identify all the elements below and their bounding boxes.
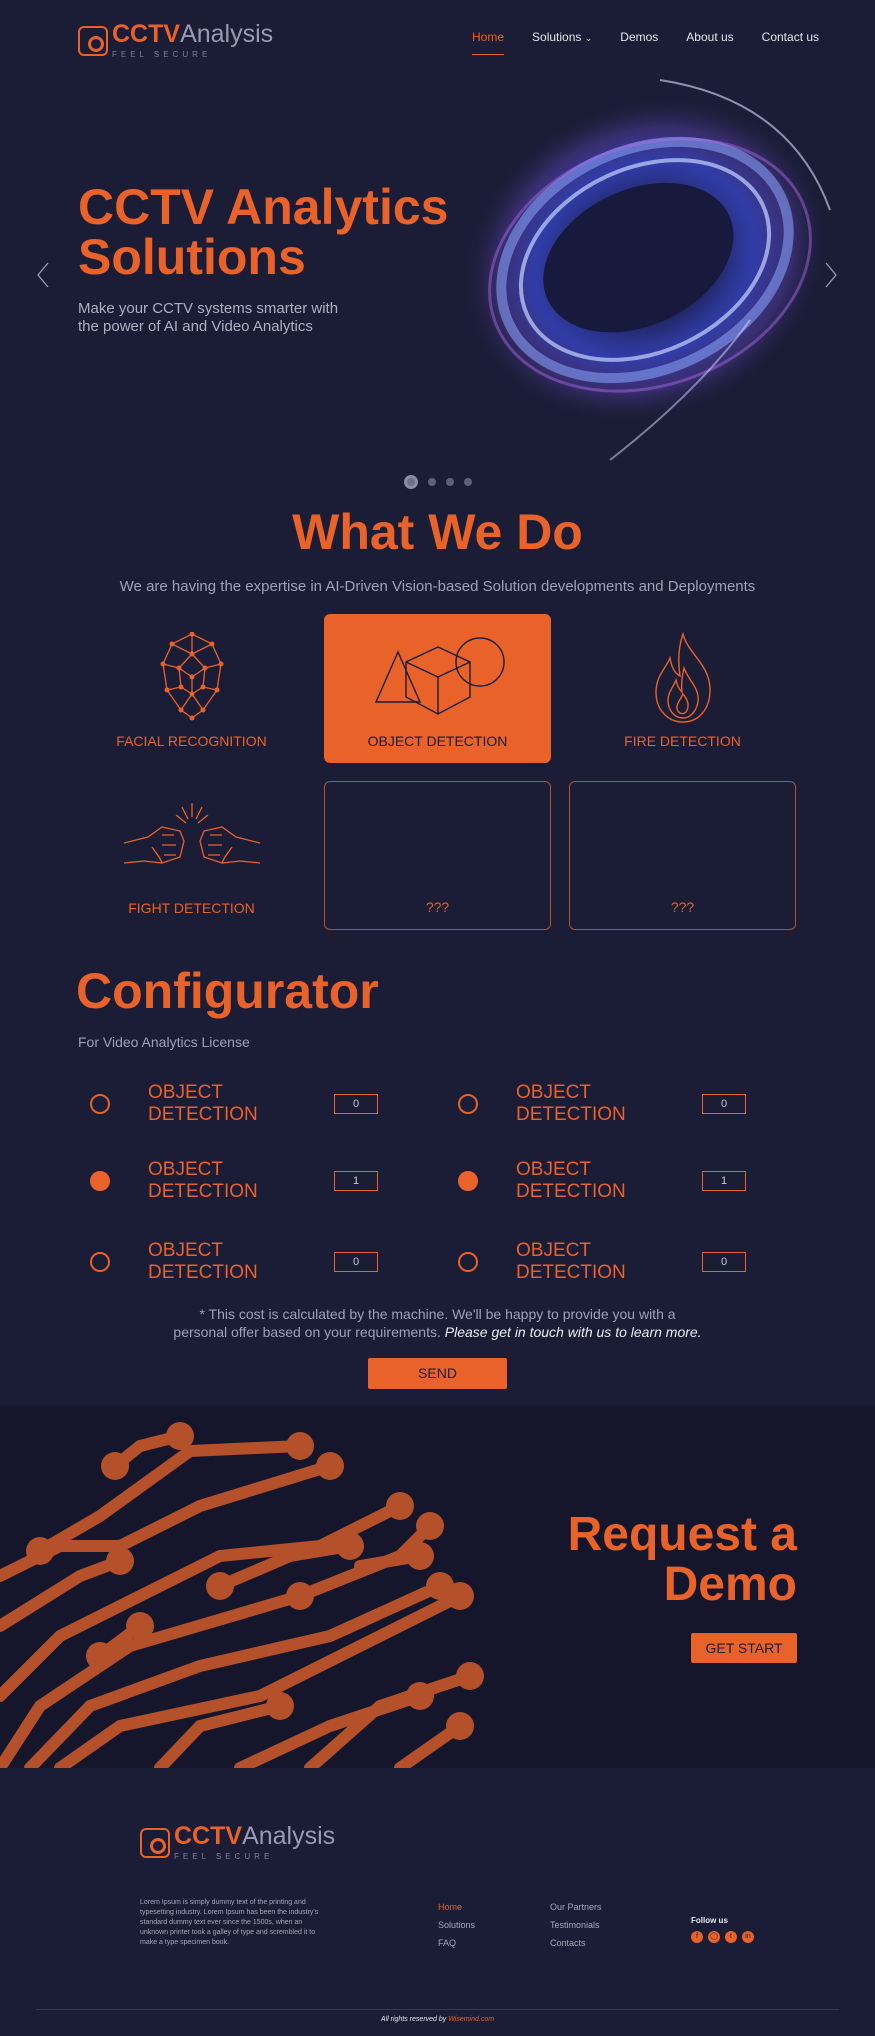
follow-us-label: Follow us: [691, 1916, 728, 1925]
twitter-icon[interactable]: t: [725, 1931, 737, 1943]
shapes-cube-icon: [374, 637, 505, 715]
config-option: OBJECT DETECTION 0: [90, 1240, 378, 1284]
configurator-title: Configurator: [76, 963, 379, 1019]
contact-us-link[interactable]: Please get in touch with us to learn mor…: [445, 1324, 702, 1340]
service-card-label: ???: [425, 899, 450, 915]
copyright-link[interactable]: Wisemind.com: [448, 2016, 494, 2023]
service-card-label: FIGHT DETECTION: [128, 900, 255, 916]
config-quantity-input[interactable]: 1: [702, 1171, 746, 1191]
config-radio[interactable]: [458, 1252, 478, 1272]
nav-contact-us[interactable]: Contact us: [762, 30, 819, 44]
service-card-label: OBJECT DETECTION: [367, 733, 508, 749]
slide-dot-2[interactable]: [428, 478, 436, 486]
hero-vortex-image: [460, 79, 831, 461]
config-quantity-input[interactable]: 0: [702, 1252, 746, 1272]
flame-icon: [654, 632, 711, 723]
config-option-label: OBJECT DETECTION: [516, 1159, 626, 1202]
config-option-label: OBJECT DETECTION: [148, 1240, 258, 1283]
face-mesh-icon: [160, 632, 223, 721]
config-radio[interactable]: [90, 1252, 110, 1272]
config-quantity-input[interactable]: 0: [334, 1252, 378, 1272]
chevron-down-icon: ⌄: [584, 33, 593, 43]
social-links: f ◯ t in: [691, 1931, 754, 1943]
footer-links-col2: Our Partners Testimonials Contacts: [550, 1898, 602, 1952]
config-option-label: OBJECT DETECTION: [516, 1240, 626, 1283]
nav-solutions[interactable]: Solutions ⌄: [532, 30, 592, 44]
hero-pagination: [404, 475, 472, 489]
nav-demos[interactable]: Demos: [620, 30, 658, 44]
what-we-do-subtitle: We are having the expertise in AI-Driven…: [119, 578, 756, 595]
nav-home[interactable]: Home: [472, 30, 505, 55]
footer-link-home[interactable]: Home: [438, 1898, 475, 1916]
service-card-placeholder-2[interactable]: ???: [569, 781, 796, 930]
logo-tagline: FEEL SECURE: [112, 50, 212, 59]
camera-logo-icon: [140, 1827, 170, 1858]
config-radio[interactable]: [90, 1171, 110, 1191]
instagram-icon[interactable]: ◯: [708, 1931, 720, 1943]
hero-next-arrow-icon[interactable]: [824, 262, 838, 288]
hero-title: CCTV Analytics Solutions: [78, 179, 449, 285]
service-card-facial-recognition[interactable]: FACIAL RECOGNITION: [78, 614, 305, 763]
slide-dot-3[interactable]: [446, 478, 454, 486]
get-start-button[interactable]: GET START: [691, 1633, 797, 1663]
config-quantity-input[interactable]: 0: [334, 1094, 378, 1114]
service-card-placeholder-1[interactable]: ???: [324, 781, 551, 930]
footer-link-solutions[interactable]: Solutions: [438, 1916, 475, 1934]
footer-link-contacts[interactable]: Contacts: [550, 1934, 602, 1952]
config-option: OBJECT DETECTION 1: [458, 1159, 746, 1203]
footer-link-testimonials[interactable]: Testimonials: [550, 1916, 602, 1934]
footer-links-col1: Home Solutions FAQ: [438, 1898, 475, 1952]
config-option: OBJECT DETECTION 1: [90, 1159, 378, 1203]
footer-link-partners[interactable]: Our Partners: [550, 1898, 602, 1916]
service-card-label: FACIAL RECOGNITION: [116, 733, 267, 749]
slide-dot-4[interactable]: [464, 478, 472, 486]
circuit-board-image: [0, 1422, 484, 1768]
service-card-fight-detection[interactable]: FIGHT DETECTION: [78, 781, 305, 930]
footer-link-faq[interactable]: FAQ: [438, 1934, 475, 1952]
config-option-label: OBJECT DETECTION: [148, 1159, 258, 1202]
footer-logo[interactable]: CCTVAnalysis FEEL SECURE: [140, 1824, 335, 1861]
request-demo-title: Request a Demo: [567, 1508, 797, 1612]
header-logo[interactable]: CCTVAnalysis FEEL SECURE: [78, 22, 273, 59]
config-option: OBJECT DETECTION 0: [458, 1240, 746, 1284]
logo-wordmark: CCTVAnalysis: [174, 1822, 336, 1850]
logo-tagline: FEEL SECURE: [174, 1852, 274, 1861]
config-radio[interactable]: [90, 1094, 110, 1114]
service-card-label: FIRE DETECTION: [624, 733, 741, 749]
copyright: All rights reserved by Wisemind.com: [380, 2016, 495, 2023]
hero-prev-arrow-icon[interactable]: [36, 262, 50, 288]
service-card-fire-detection[interactable]: FIRE DETECTION: [569, 614, 796, 763]
config-quantity-input[interactable]: 1: [334, 1171, 378, 1191]
configurator-subtitle: For Video Analytics License: [78, 1034, 250, 1050]
nav-about-us[interactable]: About us: [686, 30, 733, 44]
footer-divider: [36, 2009, 839, 2010]
send-button[interactable]: SEND: [368, 1358, 507, 1389]
slide-dot-1[interactable]: [404, 475, 418, 489]
config-option-label: OBJECT DETECTION: [148, 1082, 258, 1125]
logo-wordmark: CCTVAnalysis: [112, 20, 274, 48]
footer-description: Lorem Ipsum is simply dummy text of the …: [140, 1899, 319, 1946]
main-nav: Home Solutions ⌄ Demos About us Contact …: [472, 30, 819, 55]
linkedin-icon[interactable]: in: [742, 1931, 754, 1943]
config-radio[interactable]: [458, 1094, 478, 1114]
camera-logo-icon: [78, 25, 108, 56]
config-quantity-input[interactable]: 0: [702, 1094, 746, 1114]
config-option: OBJECT DETECTION 0: [90, 1082, 378, 1126]
service-card-label: ???: [670, 899, 695, 915]
config-radio[interactable]: [458, 1171, 478, 1191]
what-we-do-title: What We Do: [292, 504, 583, 560]
config-option: OBJECT DETECTION 0: [458, 1082, 746, 1126]
facebook-icon[interactable]: f: [691, 1931, 703, 1943]
configurator-note: * This cost is calculated by the machine…: [173, 1306, 702, 1340]
hero-subtitle: Make your CCTV systems smarter with the …: [78, 300, 339, 335]
service-card-object-detection[interactable]: OBJECT DETECTION: [324, 614, 551, 763]
fists-icon: [123, 803, 260, 864]
config-option-label: OBJECT DETECTION: [516, 1082, 626, 1125]
